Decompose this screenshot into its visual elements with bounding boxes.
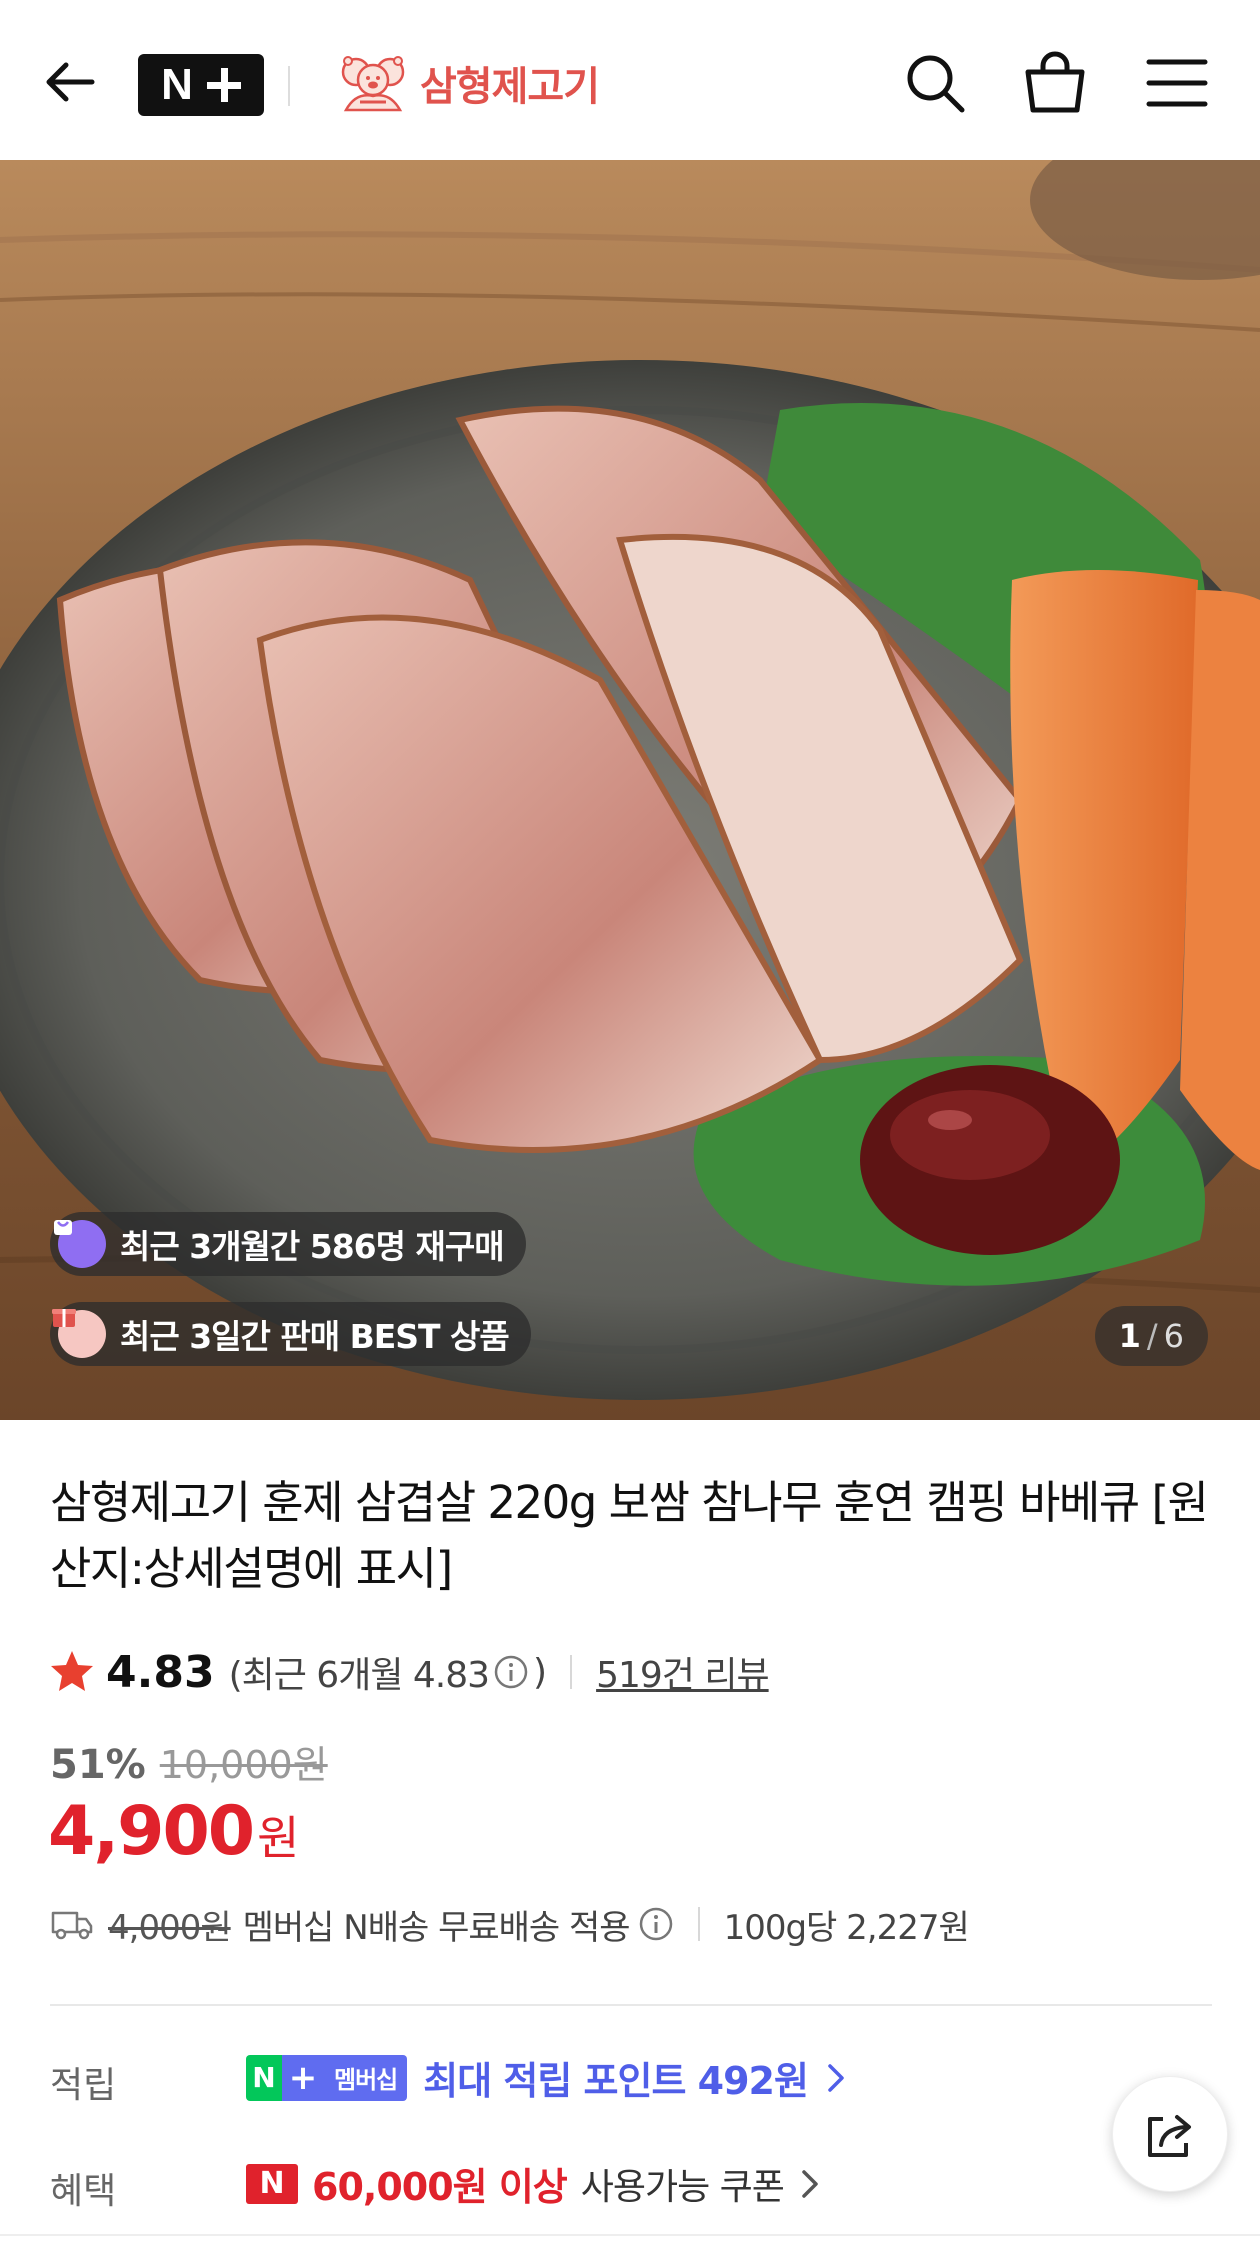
brand-mascot-logo xyxy=(341,56,405,112)
search-button[interactable] xyxy=(902,50,968,116)
header-divider xyxy=(288,66,290,106)
repurchase-badge-text: 최근 3개월간 586명 재구매 xyxy=(120,1227,505,1266)
search-icon xyxy=(907,55,965,113)
sale-price-row: 4,900 원 xyxy=(48,1792,299,1871)
recent-rating-text: (최근 6개월 4.83 xyxy=(228,1655,490,1696)
image-page-indicator: 1 / 6 xyxy=(1094,1306,1208,1366)
best-seller-badge-text: 최근 3일간 판매 BEST 상품 xyxy=(120,1317,510,1356)
delivery-divider xyxy=(697,1907,700,1941)
points-label: 적립 xyxy=(50,2065,117,2106)
info-icon[interactable] xyxy=(493,1654,529,1690)
chevron-right-icon xyxy=(802,2169,818,2198)
membership-badge-n: N xyxy=(246,2054,282,2101)
chevron-right-icon xyxy=(828,2063,844,2092)
top-header: N 삼형제고기 xyxy=(0,0,1260,161)
rating-divider xyxy=(570,1655,573,1689)
review-count-link[interactable]: 519건 리뷰 xyxy=(596,1646,770,1698)
current-page: 1 xyxy=(1118,1317,1141,1355)
plus-icon xyxy=(206,68,241,102)
share-button[interactable] xyxy=(1112,2076,1228,2192)
naver-plus-logo[interactable]: N xyxy=(138,54,264,116)
product-title: 삼형제고기 훈제 삼겹살 220g 보쌈 참나무 훈연 캠핑 바베큐 [원산지:… xyxy=(50,1476,1209,1595)
price-unit: 원 xyxy=(257,1811,300,1865)
recent-rating-close: ) xyxy=(533,1651,547,1693)
brand-store-link[interactable]: 삼형제고기 xyxy=(336,50,600,116)
menu-button[interactable] xyxy=(1144,50,1210,116)
delivery-benefit-text: 멤버십 N배송 무료배송 적용 xyxy=(242,1907,631,1948)
discount-rate: 51% xyxy=(50,1742,146,1788)
best-seller-badge: 최근 3일간 판매 BEST 상품 xyxy=(50,1302,531,1366)
cart-button[interactable] xyxy=(1022,50,1088,116)
section-divider xyxy=(50,2004,1212,2006)
original-price: 10,000원 xyxy=(159,1743,328,1787)
logo-n-text: N xyxy=(161,60,193,109)
discount-row: 51% 10,000원 xyxy=(50,1734,328,1789)
back-button[interactable] xyxy=(40,52,100,112)
naver-n-badge: N xyxy=(246,2163,298,2204)
back-arrow-icon xyxy=(46,62,95,102)
total-pages: 6 xyxy=(1163,1317,1184,1355)
original-delivery-fee: 4,000원 xyxy=(108,1907,232,1948)
delivery-info-icon[interactable] xyxy=(638,1906,674,1942)
benefit-label: 혜택 xyxy=(50,2171,117,2212)
bag-badge-icon xyxy=(54,1220,106,1268)
coupon-benefit-link[interactable]: N 60,000원 이상 사용가능 쿠폰 xyxy=(246,2156,822,2211)
bottom-divider xyxy=(0,2234,1260,2236)
naver-plus-membership-badge: N + 멤버십 xyxy=(246,2054,408,2101)
recent-rating: (최근 6개월 4.83 ) xyxy=(228,1646,548,1698)
product-image-gallery[interactable]: 최근 3개월간 586명 재구매 최근 3일간 판매 BEST 상품 1 / 6 xyxy=(0,160,1260,1420)
max-points-text: 최대 적립 포인트 492원 xyxy=(423,2059,809,2103)
max-points-link[interactable]: N + 멤버십 최대 적립 포인트 492원 xyxy=(246,2050,848,2105)
coupon-text: 사용가능 쿠폰 xyxy=(580,2166,785,2208)
hamburger-menu-icon xyxy=(1146,59,1208,107)
unit-price: 100g당 2,227원 xyxy=(723,1907,970,1948)
gift-icon xyxy=(52,1309,106,1358)
membership-badge-text: 멤버십 xyxy=(324,2054,408,2101)
share-icon xyxy=(1148,2115,1191,2157)
rating-value: 4.83 xyxy=(106,1646,215,1698)
star-icon xyxy=(51,1651,93,1691)
membership-badge-plus: + xyxy=(282,2054,324,2101)
delivery-row: 4,000원 멤버십 N배송 무료배송 적용 100g당 2,227원 xyxy=(50,1896,970,1952)
shopping-bag-icon xyxy=(1025,51,1085,113)
brand-name: 삼형제고기 xyxy=(420,64,600,110)
coupon-threshold: 60,000원 이상 xyxy=(312,2165,568,2209)
rating-row: 4.83 (최근 6개월 4.83 ) 519건 리뷰 xyxy=(48,1640,770,1704)
truck-icon xyxy=(51,1911,93,1940)
sale-price: 4,900 xyxy=(48,1792,255,1871)
page-separator: / xyxy=(1146,1317,1158,1355)
repurchase-badge: 최근 3개월간 586명 재구매 xyxy=(50,1212,526,1276)
